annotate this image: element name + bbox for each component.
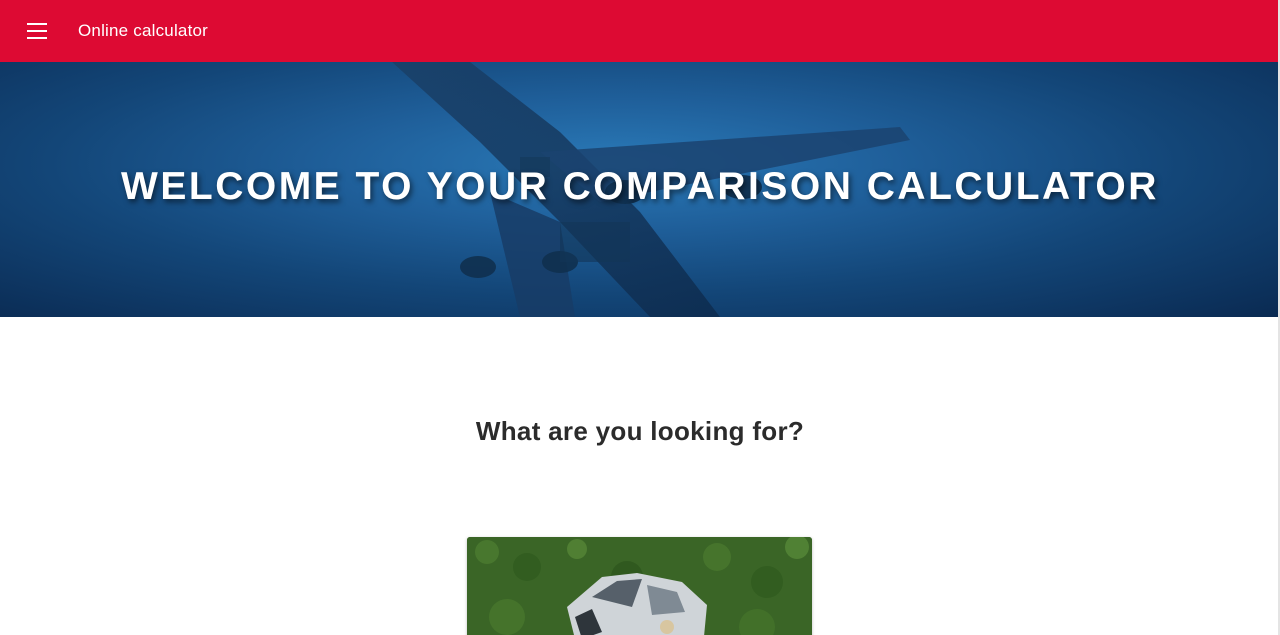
wrecked-car-image bbox=[467, 537, 812, 635]
hero-banner: WELCOME TO YOUR COMPARISON CALCULATOR bbox=[0, 62, 1280, 317]
section-question: What are you looking for? bbox=[475, 416, 805, 446]
app-title: Online calculator bbox=[78, 21, 209, 40]
menu-icon[interactable] bbox=[27, 23, 49, 39]
top-app-bar: Online calculator bbox=[0, 0, 1280, 62]
page: Online calculator WELCOME TO YOUR COMPAR… bbox=[0, 0, 1280, 635]
insurance-option-card[interactable] bbox=[467, 537, 812, 635]
hero-title: WELCOME TO YOUR COMPARISON CALCULATOR bbox=[121, 165, 1159, 208]
